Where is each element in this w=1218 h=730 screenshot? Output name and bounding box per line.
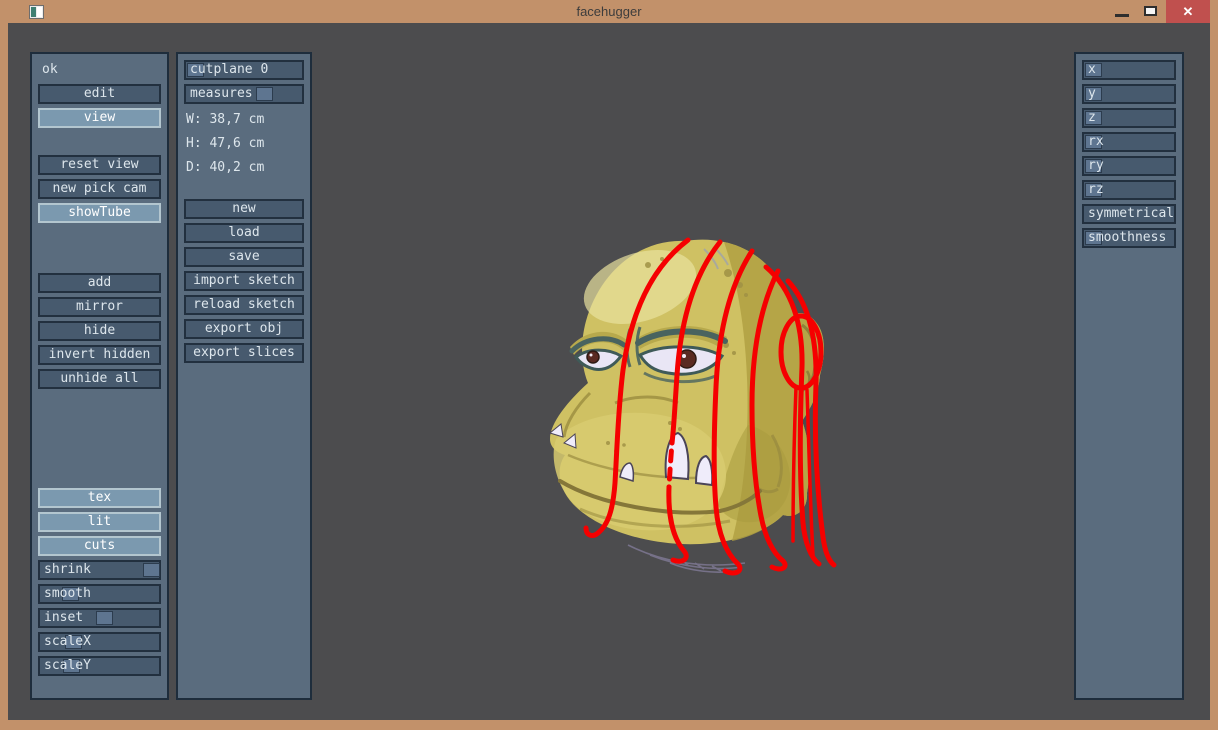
ry-slider[interactable]: ry	[1082, 156, 1176, 176]
scale-x-label: scaleX	[40, 634, 91, 650]
window-title: facehugger	[0, 0, 1218, 23]
x-label: x	[1084, 62, 1096, 78]
width-readout: W: 38,7 cm	[186, 112, 304, 128]
x-slider[interactable]: x	[1082, 60, 1176, 80]
cuts-button[interactable]: cuts	[38, 536, 161, 556]
z-label: z	[1084, 110, 1096, 126]
mirror-button[interactable]: mirror	[38, 297, 161, 317]
tex-button[interactable]: tex	[38, 488, 161, 508]
unhide-all-button[interactable]: unhide all	[38, 369, 161, 389]
left-toolbar-panel: ok edit view reset view new pick cam sho…	[30, 52, 169, 700]
transform-panel: x y z rx ry rz symmetrical smoothness	[1074, 52, 1184, 700]
rx-label: rx	[1084, 134, 1104, 150]
lit-button[interactable]: lit	[38, 512, 161, 532]
rx-slider[interactable]: rx	[1082, 132, 1176, 152]
edit-button[interactable]: edit	[38, 84, 161, 104]
scale-x-slider[interactable]: scaleX	[38, 632, 161, 652]
new-pick-cam-button[interactable]: new pick cam	[38, 179, 161, 199]
cutplane-label: cutplane 0	[186, 62, 268, 78]
reload-sketch-button[interactable]: reload sketch	[184, 295, 304, 315]
smooth-slider[interactable]: smooth	[38, 584, 161, 604]
scale-y-slider[interactable]: scaleY	[38, 656, 161, 676]
close-button[interactable]: ✕	[1166, 0, 1210, 23]
reset-view-button[interactable]: reset view	[38, 155, 161, 175]
inset-slider[interactable]: inset	[38, 608, 161, 628]
rz-label: rz	[1084, 182, 1104, 198]
hide-button[interactable]: hide	[38, 321, 161, 341]
smoothness-label: smoothness	[1084, 230, 1166, 246]
y-label: y	[1084, 86, 1096, 102]
file-panel: cutplane 0 measures W: 38,7 cm H: 47,6 c…	[176, 52, 312, 700]
y-slider[interactable]: y	[1082, 84, 1176, 104]
invert-hidden-button[interactable]: invert hidden	[38, 345, 161, 365]
close-icon: ✕	[1183, 4, 1194, 19]
inset-label: inset	[40, 610, 83, 626]
symmetrical-label: symmetrical	[1084, 206, 1174, 222]
new-button[interactable]: new	[184, 199, 304, 219]
load-button[interactable]: load	[184, 223, 304, 243]
z-slider[interactable]: z	[1082, 108, 1176, 128]
smoothness-slider[interactable]: smoothness	[1082, 228, 1176, 248]
shrink-label: shrink	[40, 562, 91, 578]
depth-readout: D: 40,2 cm	[186, 160, 304, 176]
scale-y-label: scaleY	[40, 658, 91, 674]
cutplane-slider[interactable]: cutplane 0	[184, 60, 304, 80]
view-button[interactable]: view	[38, 108, 161, 128]
save-button[interactable]: save	[184, 247, 304, 267]
smooth-label: smooth	[40, 586, 91, 602]
ogre-head-model[interactable]	[520, 225, 860, 595]
shrink-slider-handle[interactable]	[143, 563, 160, 577]
height-readout: H: 47,6 cm	[186, 136, 304, 152]
ok-button[interactable]: ok	[38, 60, 161, 80]
maximize-button[interactable]	[1140, 0, 1164, 23]
app-window: facehugger ✕	[0, 0, 1218, 730]
export-slices-button[interactable]: export slices	[184, 343, 304, 363]
rz-slider[interactable]: rz	[1082, 180, 1176, 200]
export-obj-button[interactable]: export obj	[184, 319, 304, 339]
add-button[interactable]: add	[38, 273, 161, 293]
minimize-button[interactable]	[1110, 0, 1134, 23]
shrink-slider[interactable]: shrink	[38, 560, 161, 580]
measures-toggle-handle[interactable]	[256, 87, 273, 101]
import-sketch-button[interactable]: import sketch	[184, 271, 304, 291]
ry-label: ry	[1084, 158, 1104, 174]
measures-label: measures	[186, 86, 253, 102]
symmetrical-button[interactable]: symmetrical	[1082, 204, 1176, 224]
show-tube-button[interactable]: showTube	[38, 203, 161, 223]
measures-toggle[interactable]: measures	[184, 84, 304, 104]
inset-slider-handle[interactable]	[96, 611, 113, 625]
titlebar[interactable]: facehugger ✕	[0, 0, 1218, 23]
